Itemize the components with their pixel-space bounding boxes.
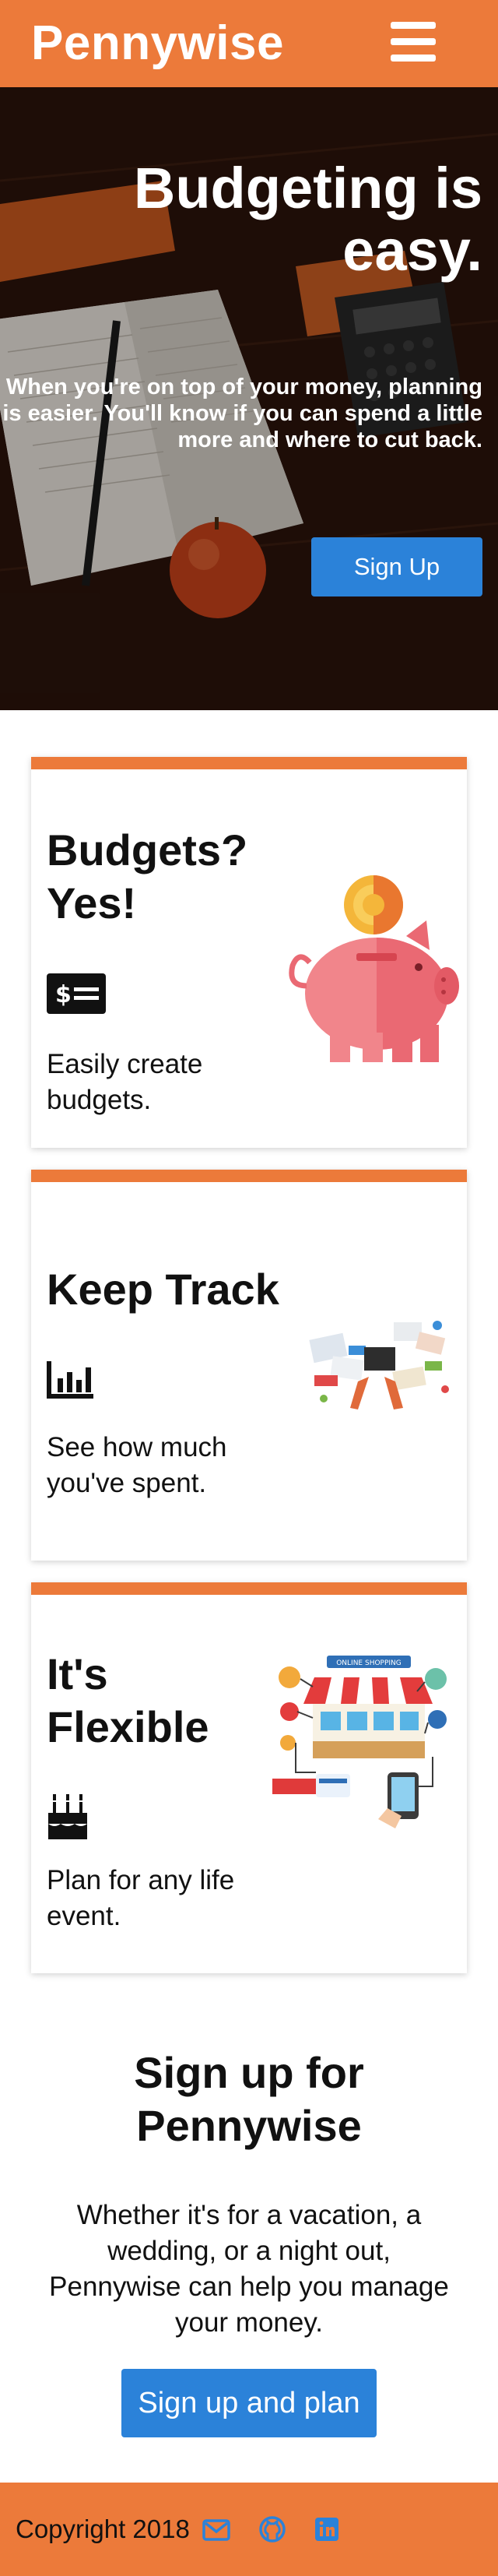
hero-signup-button[interactable]: Sign Up (311, 537, 482, 596)
github-icon[interactable] (257, 2514, 288, 2545)
signup-title: Sign up for Pennywise (134, 2048, 364, 2150)
linkedin-icon[interactable] (311, 2514, 342, 2545)
bar-chart-icon (47, 1361, 93, 1399)
feature-card-flexible: It's Flexible Plan for any life event. O… (31, 1582, 467, 1973)
copyright-text: Copyright 2018 (16, 2514, 190, 2543)
footer: Copyright 2018 (0, 2483, 498, 2576)
piggy-bank-illustration (289, 875, 459, 1062)
navbar: Pennywise (0, 0, 498, 87)
envelope-icon[interactable] (201, 2514, 232, 2545)
online-shopping-illustration: ONLINE SHOPPING (272, 1656, 447, 1828)
feature-card-keep-track: Keep Track See how much you've spent. (31, 1170, 467, 1561)
card-title: Keep Track (47, 1265, 279, 1314)
hero-description: When you're on top of your money, planni… (2, 375, 482, 452)
hamburger-menu-icon[interactable] (389, 20, 439, 64)
signup-description: Whether it's for a vacation, a wedding, … (49, 2200, 449, 2338)
card-description: Plan for any life event. (47, 1865, 235, 1931)
svg-text:$: $ (55, 981, 72, 1008)
card-description: Easily create budgets. (47, 1049, 203, 1115)
hero-title: Budgeting is easy. (133, 156, 482, 283)
online-shopping-banner: ONLINE SHOPPING (336, 1659, 402, 1667)
card-description: See how much you've spent. (47, 1432, 227, 1498)
birthday-cake-icon (48, 1794, 87, 1839)
money-bill-icon: $ (47, 973, 106, 1014)
hero-section: Budgeting is easy. When you're on top of… (0, 87, 498, 710)
card-title: It's Flexible (47, 1649, 209, 1751)
signup-and-plan-button[interactable]: Sign up and plan (121, 2369, 377, 2437)
feature-card-budgets: Budgets? Yes! $ Easily create budgets. (31, 757, 467, 1148)
card-title: Budgets? Yes! (47, 825, 248, 927)
desk-tracking-illustration (309, 1321, 449, 1409)
brand-logo[interactable]: Pennywise (31, 14, 284, 73)
